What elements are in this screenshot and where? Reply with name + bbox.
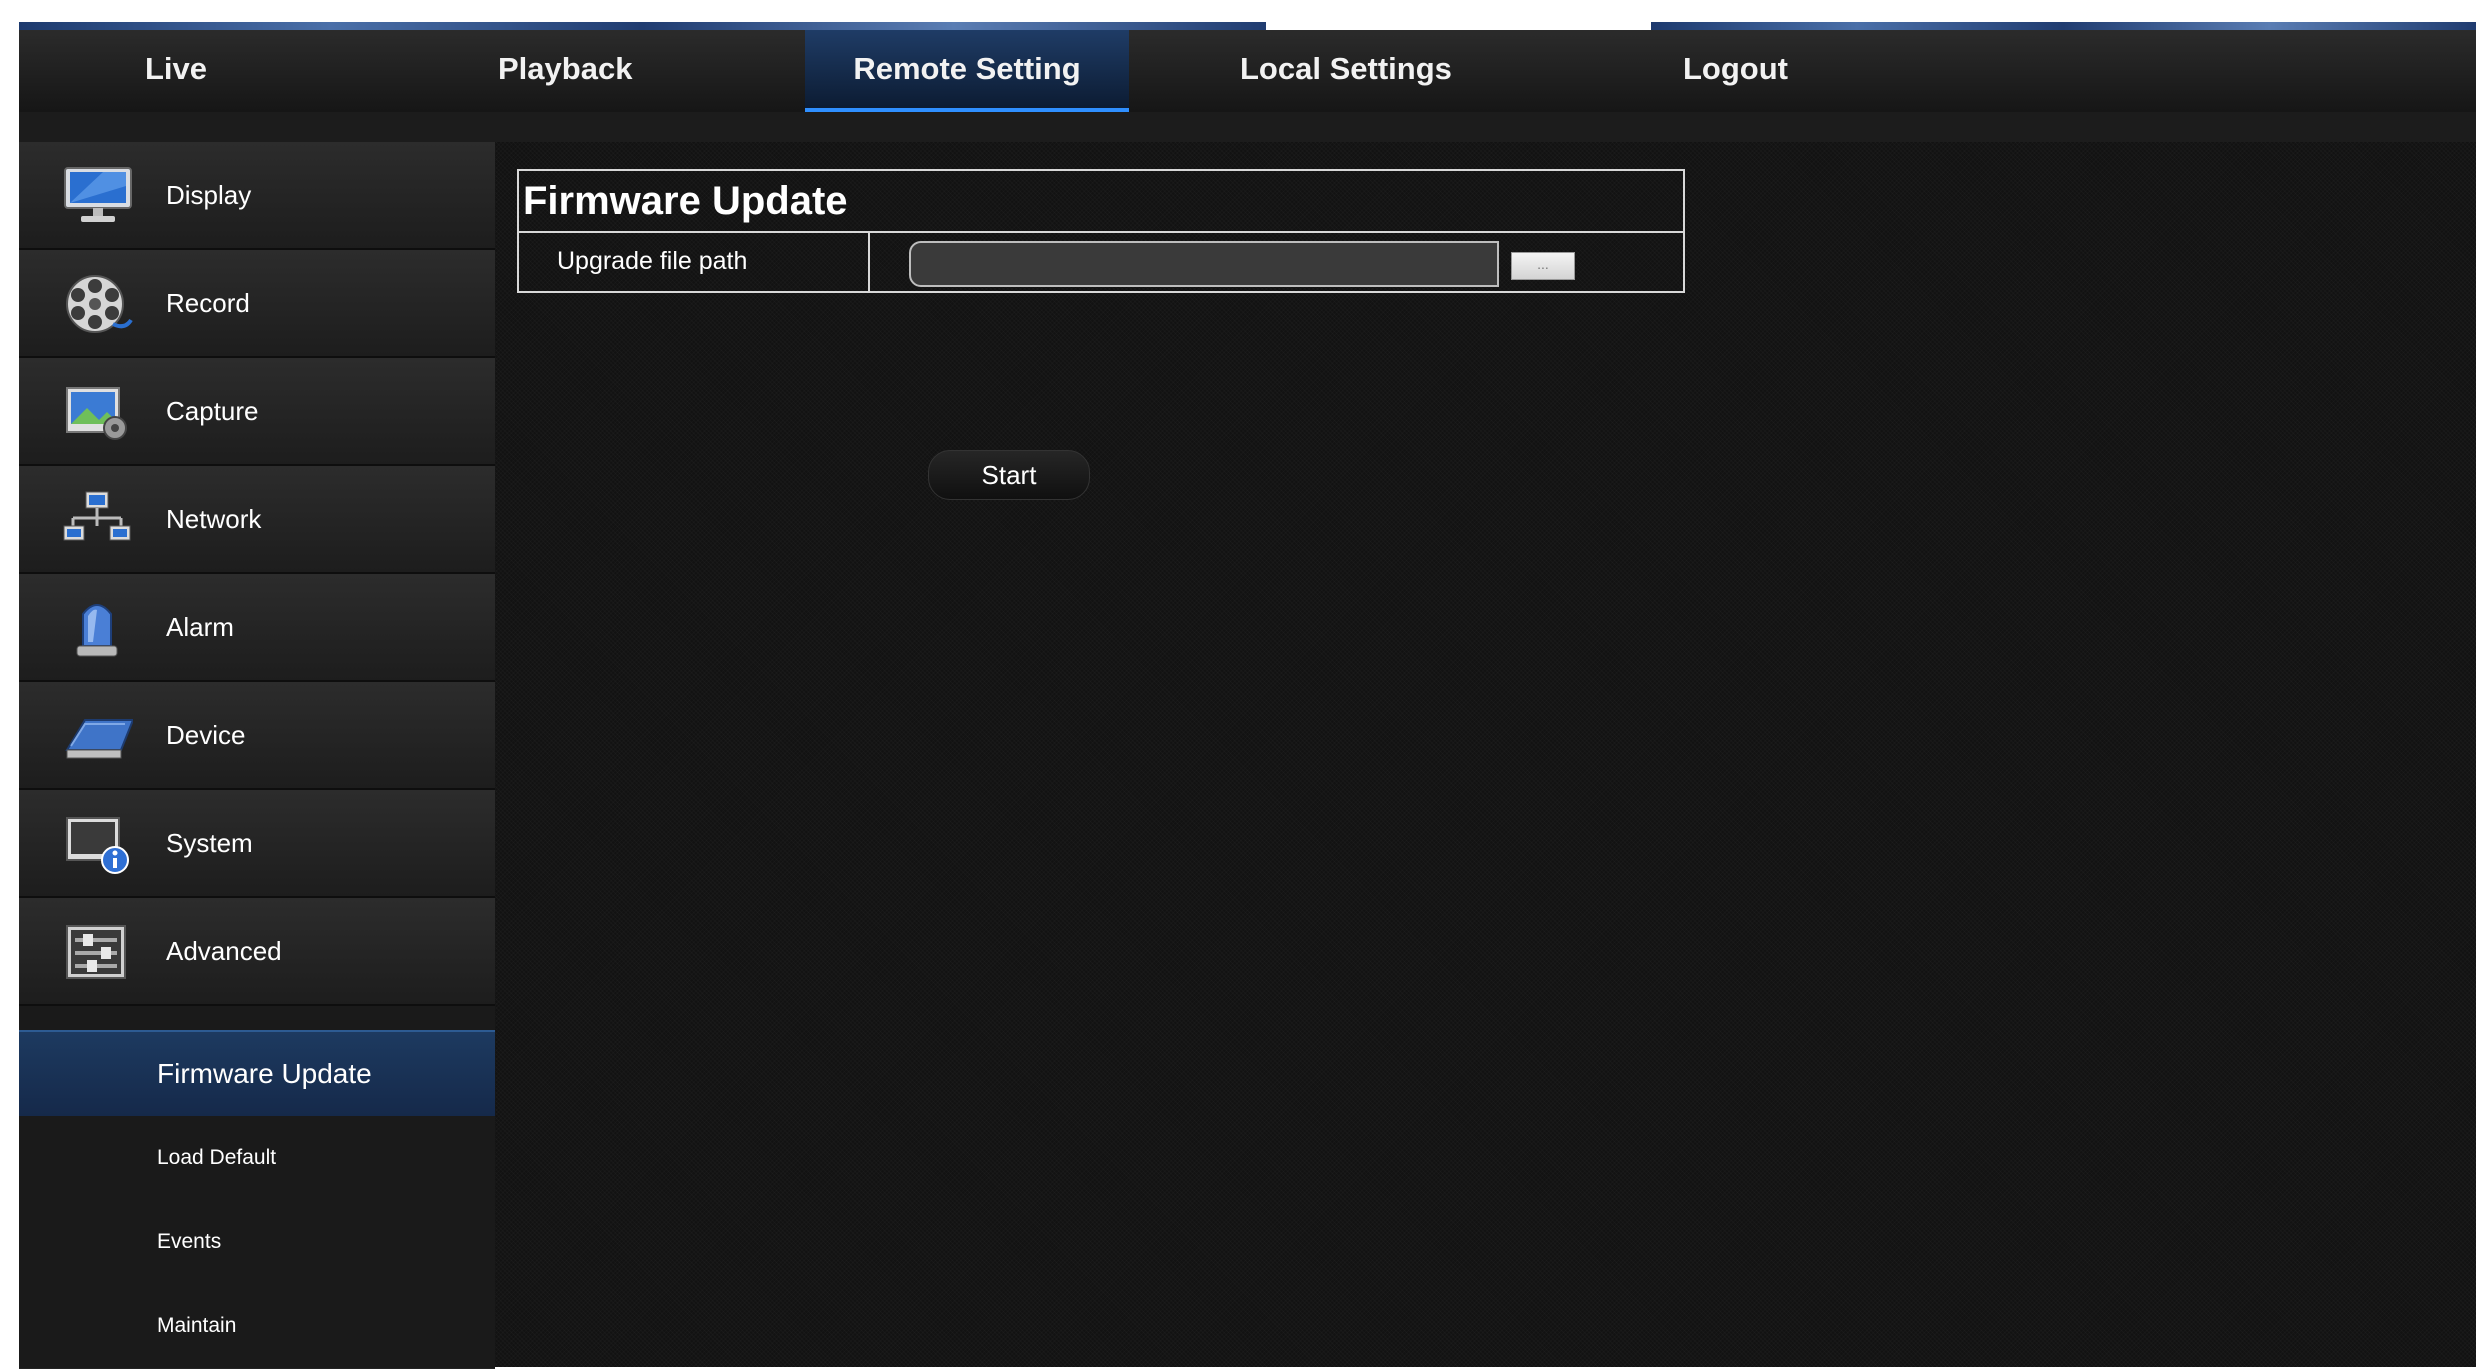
upgrade-path-label: Upgrade file path [519,233,870,293]
browse-button[interactable]: ... [1511,252,1575,280]
sidebar-item-capture[interactable]: Capture [19,358,495,466]
firmware-update-panel: Firmware Update Upgrade file path ... [517,169,1685,293]
sidebar-item-network[interactable]: Network [19,466,495,574]
sidebar-item-label: Record [166,288,250,318]
sidebar-item-label: Device [166,720,246,750]
app-window: Live Playback Remote Setting Local Setti… [19,30,2476,1369]
system-info-icon [66,817,129,874]
network-icon [63,491,131,541]
hard-drive-icon [65,719,133,759]
film-reel-icon [66,275,133,333]
monitor-icon [64,167,132,222]
sidebar-item-system[interactable]: System [19,790,495,898]
sidebar-subitem-load-default[interactable]: Load Default [19,1116,495,1201]
browser-top-strip [0,0,2476,30]
sidebar-subitem-label: Firmware Update [157,1058,372,1089]
sidebar-subitem-label: Events [157,1230,222,1253]
tab-playback[interactable]: Playback [498,30,632,112]
page-title: Firmware Update [519,171,1683,233]
sidebar-subitem-label: Maintain [157,1314,237,1337]
nav-divider-band [19,112,2476,142]
tab-logout[interactable]: Logout [1683,30,1788,112]
start-button[interactable]: Start [928,450,1090,500]
sidebar-item-label: Display [166,180,252,210]
sidebar-subitem-maintain[interactable]: Maintain [19,1284,495,1369]
upgrade-path-input[interactable] [909,241,1499,287]
sidebar-subitem-events[interactable]: Events [19,1200,495,1285]
top-strip-segment [19,22,1266,30]
top-strip-segment [1651,22,2476,30]
alarm-beacon-icon [76,604,118,657]
sidebar-subitem-label: Load Default [157,1146,277,1169]
sidebar-item-label: Network [166,504,262,534]
sidebar-item-display[interactable]: Display [19,142,495,250]
sidebar-item-label: Advanced [166,936,282,966]
sidebar: Display Record Capture Network Alarm Dev… [19,142,495,1369]
top-navigation: Live Playback Remote Setting Local Setti… [19,30,2476,112]
sidebar-subitem-firmware-update[interactable]: Firmware Update [19,1030,495,1118]
sidebar-item-label: Alarm [166,612,234,642]
sliders-icon [66,925,126,979]
sidebar-item-device[interactable]: Device [19,682,495,790]
sidebar-item-advanced[interactable]: Advanced [19,898,495,1006]
sidebar-item-record[interactable]: Record [19,250,495,358]
tab-remote-setting[interactable]: Remote Setting [805,30,1129,112]
tab-live[interactable]: Live [145,30,207,112]
sidebar-item-label: System [166,828,253,858]
tab-local-settings[interactable]: Local Settings [1240,30,1452,112]
sidebar-item-alarm[interactable]: Alarm [19,574,495,682]
sidebar-item-label: Capture [166,396,259,426]
capture-settings-icon [66,387,127,440]
